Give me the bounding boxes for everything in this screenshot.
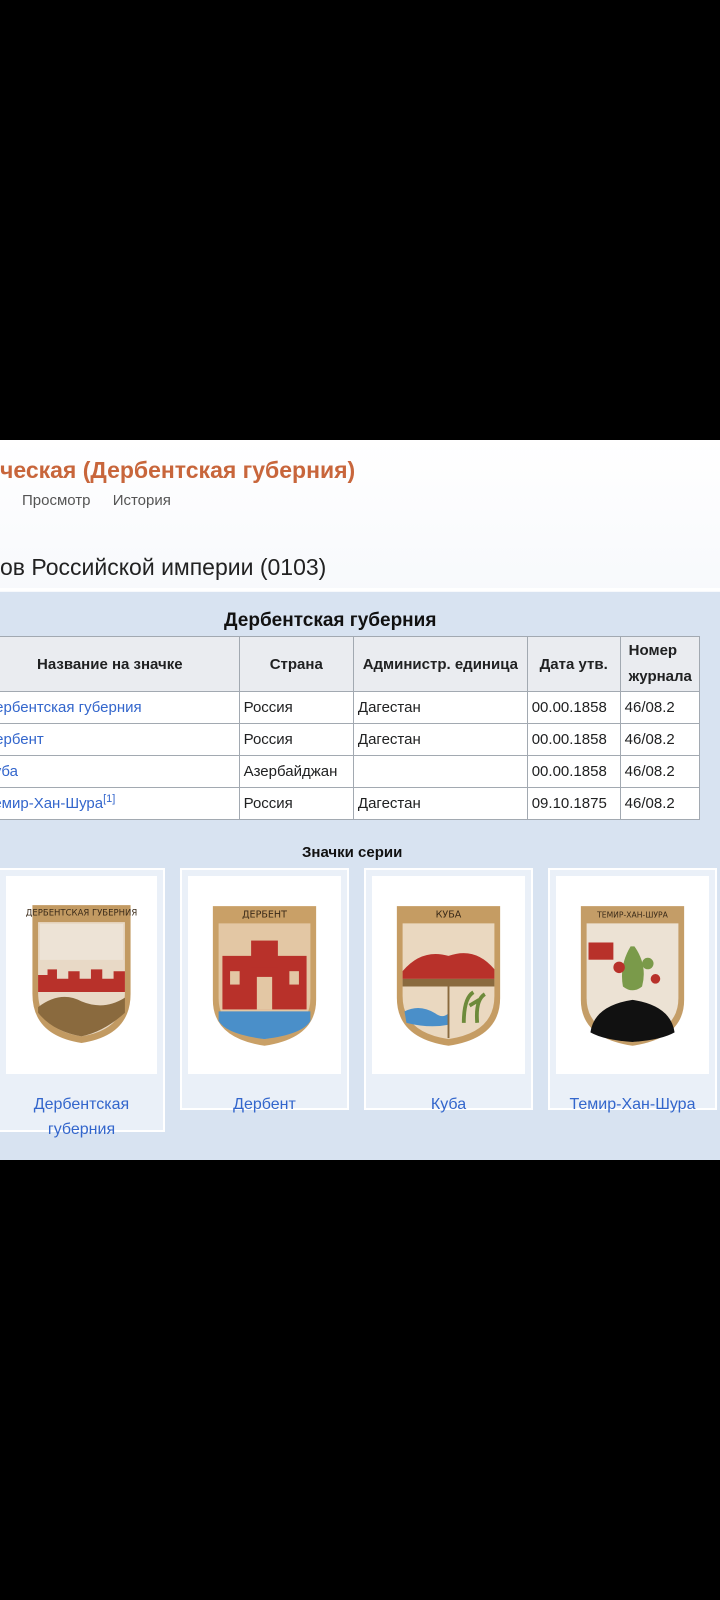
badge-kuba-icon: КУБА: [396, 906, 501, 1046]
row-country: Азербайджан: [238, 755, 354, 788]
row-admin: Дагестан: [352, 723, 528, 756]
column-header-journal[interactable]: Номер журнала: [619, 636, 701, 692]
row-name-link[interactable]: Дербент: [0, 723, 240, 756]
table-row: Темир-Хан-Шура[1] Россия Дагестан 09.10.…: [0, 787, 701, 820]
article-viewport: ческая (Дербентская губерния) Просмотр И…: [0, 440, 720, 1160]
column-header-admin[interactable]: Администр. единица: [352, 636, 528, 692]
row-admin: Дагестан: [352, 787, 528, 820]
row-journal: 46/08.2: [619, 787, 701, 820]
gallery-item[interactable]: ТЕМИР-ХАН-ШУРА Темир-Хан-Шура: [548, 868, 717, 1113]
page-tabs: Просмотр История: [22, 492, 189, 509]
row-date: 00.00.1858: [526, 755, 621, 788]
row-name-link[interactable]: Темир-Хан-Шура[1]: [0, 787, 240, 820]
gallery-item[interactable]: ДЕРБЕНТСКАЯ ГУБЕРНИЯ Дербентская губерни…: [0, 868, 165, 1138]
badge-text: КУБА: [436, 910, 462, 921]
table-row: Дербент Россия Дагестан 00.00.1858 46/08…: [0, 723, 701, 756]
column-header-country[interactable]: Страна: [238, 636, 354, 692]
row-name-link[interactable]: Дербентская губерния: [0, 691, 240, 724]
tab-view[interactable]: Просмотр: [22, 492, 91, 509]
row-date: 00.00.1858: [526, 723, 621, 756]
badge-image[interactable]: КУБА: [372, 876, 525, 1074]
row-date: 09.10.1875: [526, 787, 621, 820]
gallery-caption: Значки серии: [302, 844, 403, 861]
table-row: Дербентская губерния Россия Дагестан 00.…: [0, 691, 701, 724]
footnote-link[interactable]: [1]: [103, 793, 115, 805]
row-date: 00.00.1858: [526, 691, 621, 724]
badge-derbent-icon: ДЕРБЕНТ: [212, 906, 317, 1046]
page-title: ческая (Дербентская губерния): [0, 457, 355, 484]
badge-image[interactable]: ДЕРБЕНТ: [188, 876, 341, 1074]
row-country: Россия: [238, 691, 354, 724]
gallery-item-caption[interactable]: Темир-Хан-Шура: [550, 1092, 715, 1117]
heading-divider: [0, 588, 720, 591]
row-admin: Дагестан: [352, 691, 528, 724]
row-journal: 46/08.2: [619, 723, 701, 756]
row-name-text[interactable]: Темир-Хан-Шура: [0, 795, 103, 812]
badge-derbent-governorate-icon: ДЕРБЕНТСКАЯ ГУБЕРНИЯ: [26, 905, 138, 1043]
row-name-link[interactable]: Куба: [0, 755, 240, 788]
gallery-item-caption[interactable]: Куба: [366, 1092, 531, 1117]
badge-table: Название на значке Страна Администр. еди…: [0, 636, 701, 820]
table-row: Куба Азербайджан 00.00.1858 46/08.2: [0, 755, 701, 788]
badge-image[interactable]: ТЕМИР-ХАН-ШУРА: [556, 876, 709, 1074]
gallery-item-caption[interactable]: Дербент: [182, 1092, 347, 1117]
tab-history[interactable]: История: [113, 492, 171, 509]
table-caption: Дербентская губерния: [224, 610, 437, 631]
column-header-date[interactable]: Дата утв.: [526, 636, 621, 692]
gallery-item[interactable]: КУБА Куба: [364, 868, 533, 1113]
row-country: Россия: [238, 787, 354, 820]
table-header-row: Название на значке Страна Администр. еди…: [0, 636, 701, 692]
badge-text: ДЕРБЕНТ: [242, 910, 287, 921]
gallery-item[interactable]: ДЕРБЕНТ Дербент: [180, 868, 349, 1113]
row-country: Россия: [238, 723, 354, 756]
badge-text: ТЕМИР-ХАН-ШУРА: [596, 911, 669, 920]
row-journal: 46/08.2: [619, 691, 701, 724]
badge-temir-khan-shura-icon: ТЕМИР-ХАН-ШУРА: [580, 906, 685, 1046]
gallery-item-caption[interactable]: Дербентская губерния: [0, 1092, 163, 1142]
badge-image[interactable]: ДЕРБЕНТСКАЯ ГУБЕРНИЯ: [6, 876, 157, 1074]
row-admin: [352, 755, 528, 788]
section-heading: ов Российской империи (0103): [0, 554, 327, 580]
column-header-name[interactable]: Название на значке: [0, 636, 240, 692]
row-journal: 46/08.2: [619, 755, 701, 788]
page-title-text: ческая (Дербентская губерния): [0, 457, 356, 483]
badge-text: ДЕРБЕНТСКАЯ ГУБЕРНИЯ: [26, 909, 138, 919]
